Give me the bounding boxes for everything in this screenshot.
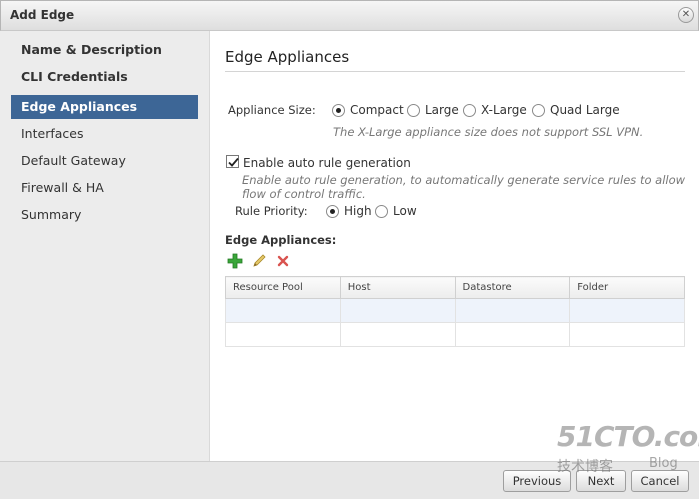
nav-item-edge-appliances[interactable]: Edge Appliances (11, 95, 198, 119)
radio-low-label[interactable]: Low (393, 204, 417, 218)
radio-low[interactable] (375, 205, 388, 218)
appliance-size-note: The X-Large appliance size does not supp… (333, 125, 644, 139)
table-cell (339, 298, 456, 323)
nav-item-default-gateway[interactable]: Default Gateway (11, 149, 198, 173)
delete-icon[interactable] (275, 253, 291, 269)
auto-rule-note-line2: flow of control traffic. (242, 187, 366, 201)
radio-x-large[interactable] (463, 104, 476, 117)
watermark-logo-text: 51CTO.com (557, 420, 699, 453)
main-panel: Edge Appliances Appliance Size: Compact … (211, 31, 699, 461)
dialog-titlebar: Add Edge ✕ (0, 0, 699, 31)
table-cell (225, 322, 341, 347)
table-row[interactable] (225, 298, 685, 323)
nav-item-cli-credentials[interactable]: CLI Credentials (11, 65, 198, 89)
column-datastore[interactable]: Datastore (454, 276, 571, 299)
appliance-size-label: Appliance Size: (228, 103, 316, 117)
table-cell (569, 298, 685, 323)
title-divider (225, 71, 685, 72)
radio-compact[interactable] (332, 104, 345, 117)
nav-item-name-description[interactable]: Name & Description (11, 38, 198, 62)
appliances-table: Resource Pool Host Datastore Folder (225, 276, 685, 347)
table-header-row: Resource Pool Host Datastore Folder (225, 276, 685, 299)
nav-item-interfaces[interactable]: Interfaces (11, 122, 198, 146)
table-cell (225, 298, 341, 323)
auto-rule-checkbox[interactable] (226, 155, 239, 168)
radio-compact-label[interactable]: Compact (350, 103, 404, 117)
radio-x-large-label[interactable]: X-Large (481, 103, 527, 117)
rule-priority-label: Rule Priority: (235, 204, 308, 218)
dialog-title: Add Edge (10, 8, 75, 22)
close-icon[interactable]: ✕ (678, 7, 694, 23)
table-cell (454, 322, 571, 347)
radio-high-label[interactable]: High (344, 204, 372, 218)
radio-high[interactable] (326, 205, 339, 218)
table-cell (339, 322, 456, 347)
radio-large-label[interactable]: Large (425, 103, 459, 117)
watermark-blog: Blog (649, 456, 678, 471)
wizard-sidebar: Name & Description CLI Credentials Edge … (0, 31, 210, 461)
page-title: Edge Appliances (225, 48, 350, 66)
nav-item-firewall-ha[interactable]: Firewall & HA (11, 176, 198, 200)
edit-pencil-icon[interactable] (251, 253, 267, 269)
column-folder[interactable]: Folder (569, 276, 685, 299)
edge-appliances-heading: Edge Appliances: (225, 233, 337, 247)
add-icon[interactable] (227, 253, 243, 269)
column-host[interactable]: Host (339, 276, 456, 299)
table-row[interactable] (225, 322, 685, 347)
radio-large[interactable] (407, 104, 420, 117)
watermark: 51CTO.com 技术博客 Blog (553, 420, 699, 480)
watermark-subtitle: 技术博客 (557, 459, 613, 475)
table-cell (569, 322, 685, 347)
table-cell (454, 298, 571, 323)
nav-item-summary[interactable]: Summary (11, 203, 198, 227)
checkmark-icon (228, 157, 239, 167)
auto-rule-label[interactable]: Enable auto rule generation (243, 156, 411, 170)
column-resource-pool[interactable]: Resource Pool (225, 276, 341, 299)
radio-quad-large[interactable] (532, 104, 545, 117)
radio-quad-large-label[interactable]: Quad Large (550, 103, 620, 117)
auto-rule-note-line1: Enable auto rule generation, to automati… (242, 173, 686, 187)
